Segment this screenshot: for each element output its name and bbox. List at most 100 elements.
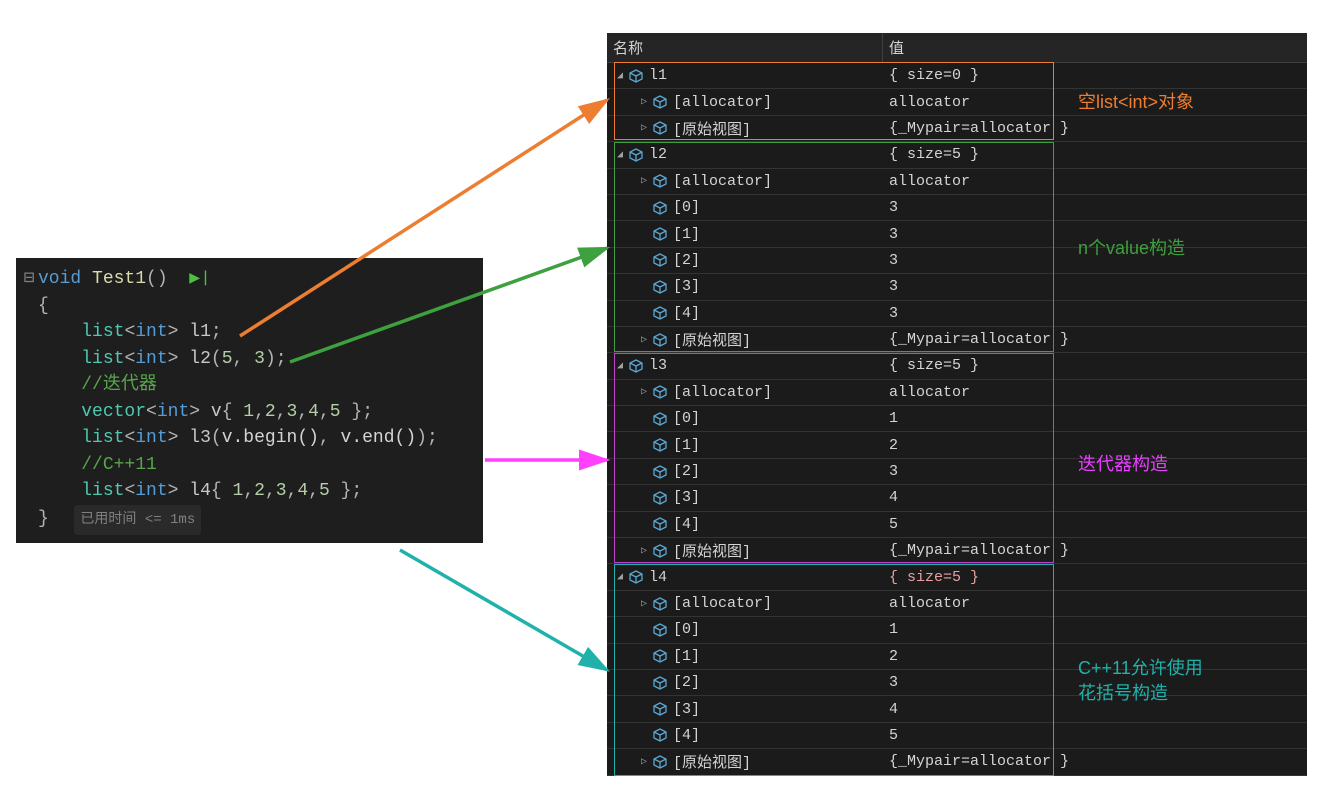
watch-row[interactable]: [3]4: [607, 485, 1307, 511]
code-line: list<int> l2(5, 3);: [16, 346, 483, 373]
type: list: [81, 322, 124, 342]
object-icon: [627, 68, 645, 84]
watch-name-cell: [4]: [607, 727, 883, 744]
watch-row[interactable]: [4]5: [607, 512, 1307, 538]
watch-row[interactable]: ▷[allocator]allocator: [607, 89, 1307, 115]
watch-name-text: [原始视图]: [673, 540, 751, 561]
watch-row[interactable]: ◢l1{ size=0 }: [607, 63, 1307, 89]
run-icon[interactable]: ▶❘: [189, 269, 211, 289]
object-icon: [627, 569, 645, 585]
watch-value-cell: 5: [883, 514, 1307, 535]
object-icon: [651, 701, 669, 717]
object-icon: [651, 252, 669, 268]
type-inner: int: [135, 428, 167, 448]
watch-name-cell: ▷ [原始视图]: [607, 751, 883, 772]
watch-row[interactable]: ▷ [allocator] allocator: [607, 591, 1307, 617]
chevron-down-icon[interactable]: ◢: [613, 359, 627, 373]
watch-name-text: [2]: [673, 463, 700, 480]
number: 3: [287, 402, 298, 422]
chevron-right-icon[interactable]: ▷: [637, 597, 651, 611]
number: 2: [254, 481, 265, 501]
annotation-l2: n个value构造: [1078, 234, 1185, 260]
watch-row[interactable]: [1]2: [607, 432, 1307, 458]
watch-name-text: l4: [649, 569, 667, 586]
watch-value-cell: 3: [883, 276, 1307, 297]
code-line: list<int> l3(v.begin(), v.end());: [16, 425, 483, 452]
watch-row[interactable]: [4]3: [607, 301, 1307, 327]
watch-name-cell: ◢l1: [607, 67, 883, 84]
chevron-right-icon[interactable]: ▷: [637, 755, 651, 769]
watch-row[interactable]: [1]3: [607, 221, 1307, 247]
watch-name-text: l2: [649, 146, 667, 163]
watch-row[interactable]: ▷[原始视图]{_Mypair=allocator }: [607, 538, 1307, 564]
watch-row[interactable]: ◢l4{ size=5 }: [607, 564, 1307, 590]
watch-value-cell: { size=5 }: [883, 355, 1307, 376]
object-icon: [651, 648, 669, 664]
chevron-down-icon[interactable]: ◢: [613, 148, 627, 162]
watch-name-cell: ▷ [原始视图]: [607, 118, 883, 139]
object-icon: [651, 490, 669, 506]
column-header-name[interactable]: 名称: [607, 33, 883, 62]
watch-name-text: [1]: [673, 226, 700, 243]
chevron-right-icon[interactable]: ▷: [637, 333, 651, 347]
watch-row[interactable]: [3]3: [607, 274, 1307, 300]
watch-row[interactable]: [0]1: [607, 617, 1307, 643]
expander-spacer: [637, 280, 651, 294]
watch-row[interactable]: [2]3: [607, 248, 1307, 274]
chevron-right-icon[interactable]: ▷: [637, 95, 651, 109]
watch-name-cell: ▷ [allocator]: [607, 595, 883, 612]
code-line: //迭代器: [16, 372, 483, 399]
object-icon: [651, 622, 669, 638]
watch-name-cell: ◢l3: [607, 357, 883, 374]
object-icon: [651, 754, 669, 770]
watch-name-cell: [3]: [607, 701, 883, 718]
watch-name-text: [原始视图]: [673, 118, 751, 139]
identifier: l4: [189, 481, 211, 501]
watch-value-cell: 3: [883, 197, 1307, 218]
chevron-right-icon[interactable]: ▷: [637, 174, 651, 188]
watch-name-cell: [1]: [607, 648, 883, 665]
watch-row[interactable]: [4]5: [607, 723, 1307, 749]
chevron-right-icon[interactable]: ▷: [637, 121, 651, 135]
watch-row[interactable]: ▷ [原始视图] {_Mypair=allocator }: [607, 116, 1307, 142]
watch-row[interactable]: ◢l2{ size=5 }: [607, 142, 1307, 168]
chevron-right-icon[interactable]: ▷: [637, 544, 651, 558]
watch-row[interactable]: [0] 1: [607, 406, 1307, 432]
call: v.end(): [341, 428, 417, 448]
watch-name-cell: ▷ [原始视图]: [607, 540, 883, 561]
object-icon: [651, 437, 669, 453]
type-inner: int: [157, 402, 189, 422]
watch-row[interactable]: [0]3: [607, 195, 1307, 221]
parens: (): [146, 269, 168, 289]
watch-value-cell: 1: [883, 408, 1307, 429]
watch-value-cell: allocator: [883, 593, 1307, 614]
watch-row[interactable]: ◢l3{ size=5 }: [607, 353, 1307, 379]
watch-name-text: [0]: [673, 410, 700, 427]
expander-spacer: [637, 702, 651, 716]
watch-name-cell: [3]: [607, 489, 883, 506]
type: vector: [81, 402, 146, 422]
watch-value-cell: 1: [883, 619, 1307, 640]
watch-value-cell: {_Mypair=allocator }: [883, 118, 1307, 139]
watch-row[interactable]: ▷[allocator]allocator: [607, 380, 1307, 406]
object-icon: [651, 727, 669, 743]
watch-name-text: [原始视图]: [673, 751, 751, 772]
number: 4: [308, 402, 319, 422]
watch-row[interactable]: ▷[原始视图]{_Mypair=allocator }: [607, 749, 1307, 775]
chevron-right-icon[interactable]: ▷: [637, 385, 651, 399]
watch-name-text: [3]: [673, 701, 700, 718]
chevron-down-icon[interactable]: ◢: [613, 570, 627, 584]
code-line: list<int> l1;: [16, 319, 483, 346]
watch-row[interactable]: [2]3: [607, 459, 1307, 485]
watch-name-cell: ◢ l2: [607, 146, 883, 163]
chevron-down-icon[interactable]: ◢: [613, 69, 627, 83]
collapse-icon[interactable]: ⊟: [20, 266, 38, 293]
watch-row[interactable]: ▷[原始视图]{_Mypair=allocator }: [607, 327, 1307, 353]
object-icon: [627, 358, 645, 374]
number: 5: [319, 481, 330, 501]
watch-row[interactable]: ▷[allocator]allocator: [607, 169, 1307, 195]
object-icon: [651, 200, 669, 216]
call: v.begin(): [222, 428, 319, 448]
watch-name-text: [allocator]: [673, 595, 772, 612]
column-header-value[interactable]: 值: [883, 33, 1307, 62]
